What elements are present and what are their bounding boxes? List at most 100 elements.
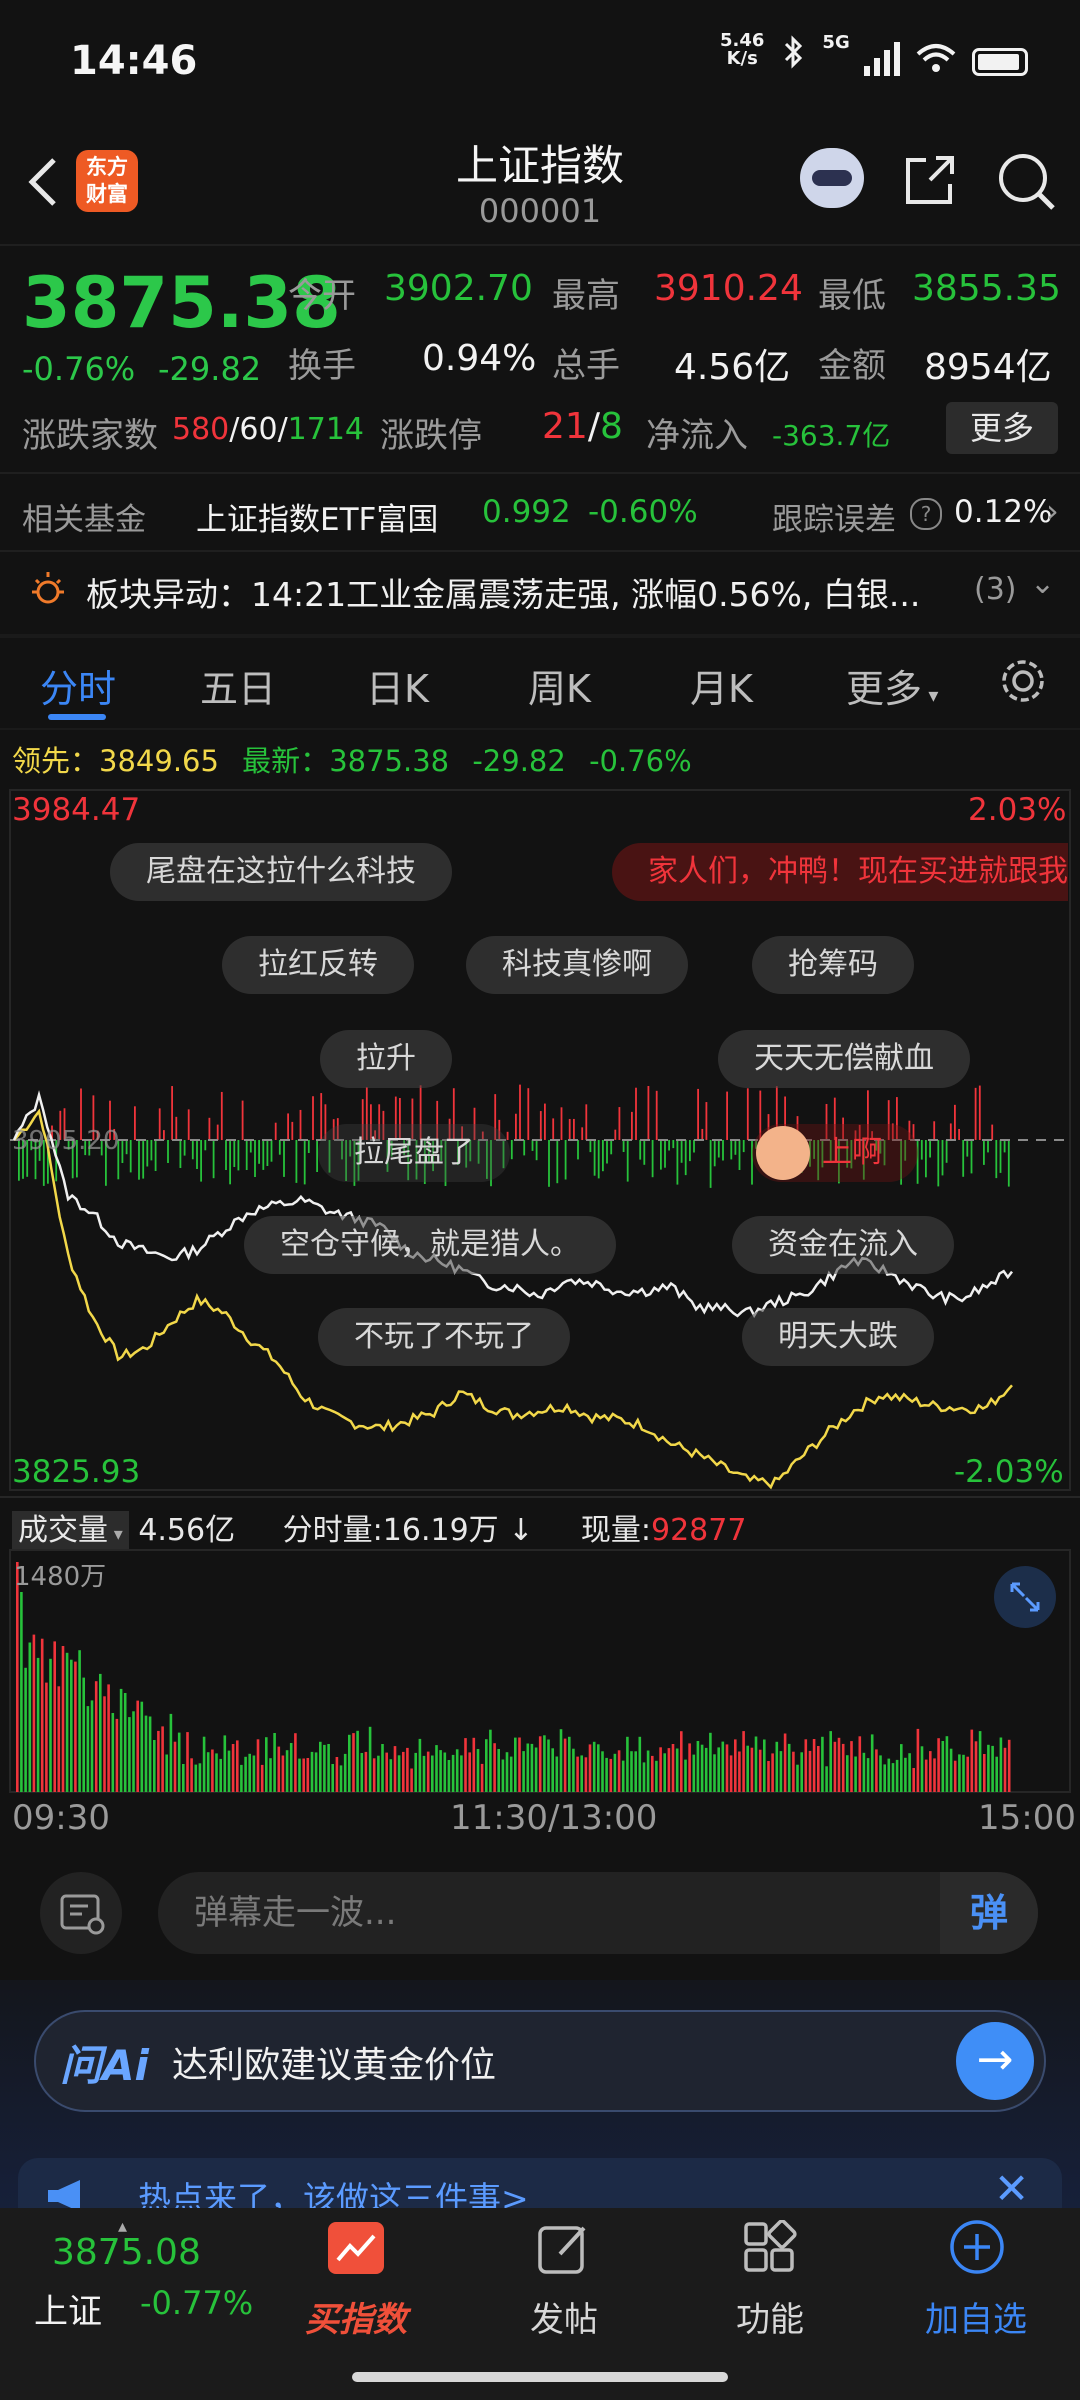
volume-bar — [402, 1751, 405, 1792]
pct-axis-top-label: 2.03% — [968, 792, 1067, 828]
volume-bar — [572, 1748, 575, 1792]
tab-intraday[interactable]: 分时 — [40, 658, 116, 713]
expand-icon[interactable] — [994, 1566, 1056, 1628]
share-icon[interactable] — [900, 150, 960, 214]
outflow-bar — [589, 1140, 592, 1153]
inflow-bar — [163, 1130, 165, 1141]
volume-bar — [368, 1726, 372, 1792]
bluetooth-icon — [785, 35, 803, 69]
volume-bar — [850, 1741, 853, 1792]
volume-bar — [460, 1755, 463, 1792]
chevron-down-icon[interactable]: ⌄ — [1030, 566, 1055, 601]
avatar — [756, 1126, 810, 1180]
volume-bar — [414, 1752, 417, 1792]
volume-bar — [713, 1754, 716, 1792]
outflow-bar — [597, 1140, 600, 1179]
alert-divider — [0, 634, 1080, 638]
volume-bar — [862, 1752, 866, 1792]
tab-monthly-k[interactable]: 月K — [690, 658, 753, 713]
assistant-robot-icon[interactable] — [800, 148, 864, 208]
gear-icon[interactable] — [996, 654, 1050, 712]
home-indicator[interactable] — [352, 2372, 728, 2382]
more-button[interactable]: 更多 — [946, 402, 1058, 454]
nav-index-name[interactable]: 上证 — [34, 2284, 102, 2333]
volume-bar — [32, 1634, 36, 1792]
volume-bar — [771, 1753, 774, 1792]
ai-suggestion-text[interactable]: 达利欧建议黄金价位 — [172, 2036, 496, 2088]
volume-bar — [190, 1758, 193, 1792]
volume-bar — [605, 1757, 608, 1792]
volume-bar — [900, 1744, 903, 1792]
volume-bar — [908, 1753, 911, 1792]
volume-bar — [198, 1763, 202, 1792]
outflow-bar — [262, 1140, 265, 1170]
volume-bar — [410, 1768, 413, 1792]
inflow-bar — [299, 1109, 302, 1141]
volume-bar — [995, 1756, 998, 1792]
battery-icon — [971, 48, 1028, 76]
trend-chart-icon[interactable] — [328, 2222, 384, 2274]
edit-post-icon[interactable] — [536, 2220, 592, 2280]
breadth-counts: 580/60/1714 — [172, 412, 365, 447]
volume-bar — [165, 1754, 168, 1792]
volume-bar — [169, 1713, 173, 1792]
volume-info-row: 成交量 ▾ 4.56亿 分时量:16.19万 ↓ 现量:92877 — [12, 1505, 746, 1550]
danmu-send-button[interactable]: 弹 — [940, 1872, 1038, 1954]
volume-bar — [621, 1760, 625, 1792]
fund-name[interactable]: 上证指数ETF富国 — [196, 494, 438, 539]
system-status-icons: 5.46 K/s 5G — [720, 32, 1028, 78]
volume-bar — [132, 1711, 135, 1792]
tab-more[interactable]: 更多 ▾ — [846, 658, 938, 713]
volume-bar — [310, 1751, 314, 1792]
volume-bar — [489, 1729, 492, 1792]
status-time: 14:46 — [70, 38, 198, 84]
outflow-bar — [266, 1140, 269, 1166]
volume-bar — [140, 1701, 144, 1792]
chevron-right-icon[interactable]: › — [1046, 492, 1059, 530]
search-icon[interactable] — [995, 150, 1059, 218]
volume-bar — [252, 1755, 256, 1792]
reference-price-label: 3905.20 — [12, 1126, 120, 1156]
volume-chart[interactable] — [0, 1548, 1080, 1794]
inflow-bar — [581, 1127, 584, 1141]
tab-daily-k[interactable]: 日K — [366, 658, 429, 713]
danmu-settings-icon[interactable] — [40, 1872, 122, 1954]
outflow-bar — [999, 1140, 1002, 1173]
tab-five-day[interactable]: 五日 — [200, 658, 276, 713]
volume-bar — [111, 1713, 115, 1792]
outflow-bar — [643, 1140, 646, 1165]
inflow-bar — [158, 1108, 161, 1140]
volume-bar — [265, 1737, 268, 1792]
tracking-value: 0.12% — [954, 494, 1053, 530]
close-icon[interactable]: ✕ — [994, 2164, 1029, 2213]
nav-add-watchlist[interactable]: 加自选 — [896, 2292, 1056, 2341]
danmu-input[interactable]: 弹幕走一波... — [158, 1872, 1038, 1954]
nav-buy-index[interactable]: 买指数 — [276, 2292, 436, 2341]
nav-index-price: 3875.08 — [52, 2232, 201, 2273]
sector-alert-text[interactable]: 板块异动：14:21工业金属震荡走强, 涨幅0.56%, 白银... — [86, 568, 920, 616]
inflow-bar — [287, 1113, 289, 1141]
volume-bar — [157, 1730, 160, 1792]
volume-bar — [406, 1747, 409, 1792]
volume-bar — [609, 1758, 613, 1792]
volume-bar — [646, 1750, 650, 1792]
volume-bar — [825, 1766, 828, 1792]
volume-bar — [966, 1756, 969, 1792]
help-icon[interactable]: ? — [910, 498, 942, 530]
volume-bar — [472, 1737, 476, 1792]
nav-function[interactable]: 功能 — [690, 2292, 850, 2341]
outflow-bar — [125, 1140, 128, 1155]
volume-bar — [746, 1745, 749, 1792]
nav-post[interactable]: 发帖 — [484, 2292, 644, 2341]
grid-apps-icon[interactable] — [742, 2219, 798, 2280]
volume-bar — [211, 1749, 214, 1792]
inflow-bar — [635, 1087, 637, 1141]
volume-bar — [339, 1765, 343, 1792]
arrow-right-icon[interactable]: → — [956, 2022, 1034, 2100]
tab-weekly-k[interactable]: 周K — [528, 658, 591, 713]
volume-bar — [501, 1759, 505, 1792]
volume-dropdown[interactable]: 成交量 ▾ — [12, 1511, 129, 1550]
add-circle-icon[interactable] — [948, 2218, 1006, 2280]
time-axis-end: 15:00 — [978, 1798, 1076, 1838]
inflow-bar — [585, 1104, 588, 1141]
